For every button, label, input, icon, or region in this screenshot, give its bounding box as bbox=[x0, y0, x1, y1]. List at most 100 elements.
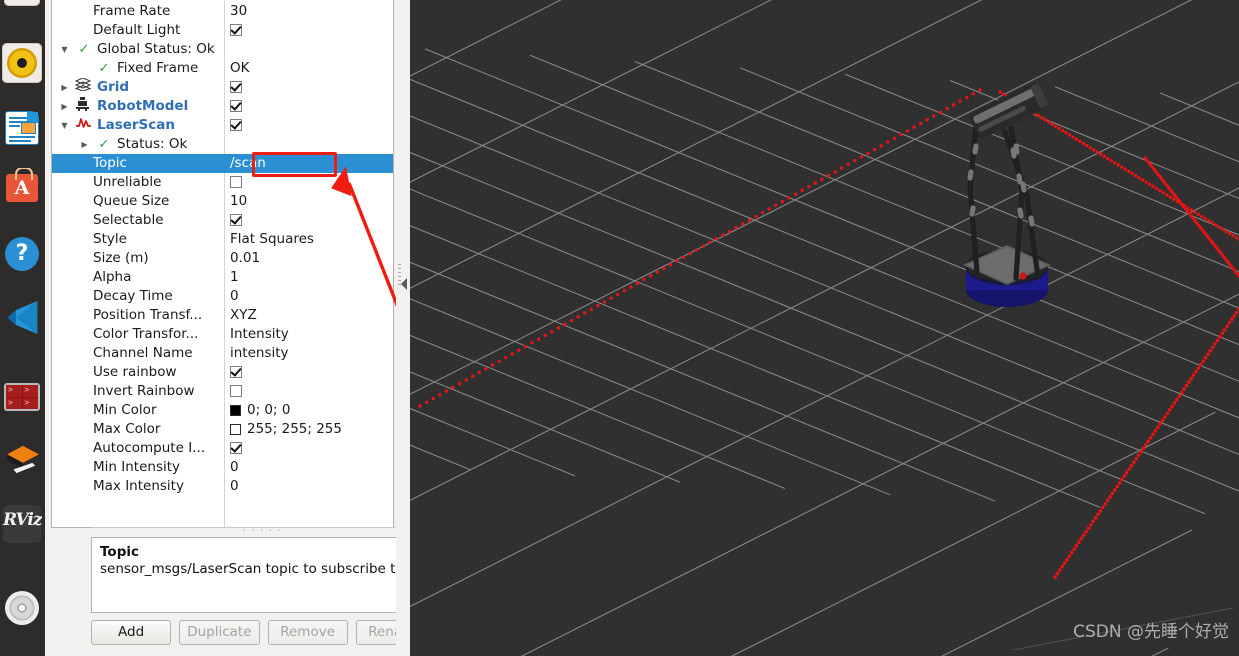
tree-row[interactable]: Alpha 1 bbox=[52, 268, 393, 287]
tree-row-value: /scan bbox=[230, 155, 266, 171]
launcher-item-ubuntu-software[interactable]: A bbox=[2, 168, 42, 208]
launcher-item-disc[interactable] bbox=[2, 588, 42, 628]
checkbox[interactable] bbox=[230, 442, 242, 454]
panel-resize-grip[interactable]: · · · · · bbox=[91, 527, 434, 536]
checkbox[interactable] bbox=[230, 81, 242, 93]
tree-row-label: Status: Ok bbox=[117, 136, 188, 152]
tree-row-value: 255; 255; 255 bbox=[247, 421, 342, 437]
checkbox[interactable] bbox=[230, 385, 242, 397]
tree-row[interactable]: Topic/scan bbox=[52, 154, 393, 173]
duplicate-button: Duplicate bbox=[179, 620, 260, 645]
tree-row[interactable]: Autocompute I... bbox=[52, 439, 393, 458]
robot-icon bbox=[75, 97, 92, 116]
tree-row[interactable]: Decay Time 0 bbox=[52, 287, 393, 306]
launcher-item-rviz[interactable]: RViz bbox=[2, 504, 42, 544]
help-glyph: ? bbox=[5, 237, 39, 271]
checkbox[interactable] bbox=[230, 24, 242, 36]
chevron-right-icon[interactable]: ▶ bbox=[79, 135, 90, 154]
tree-row[interactable]: Max Intensity 0 bbox=[52, 477, 393, 496]
checkbox[interactable] bbox=[230, 214, 242, 226]
tree-row-label: Topic bbox=[93, 155, 127, 171]
tree-row[interactable]: Default Light bbox=[52, 21, 393, 40]
tree-row-label: Channel Name bbox=[93, 345, 193, 361]
tree-row[interactable]: ▼ ✓ Global Status: Ok bbox=[52, 40, 393, 59]
checkbox[interactable] bbox=[230, 100, 242, 112]
tree-row-label: Global Status: Ok bbox=[97, 41, 215, 57]
tree-row-label: Invert Rainbow bbox=[93, 383, 195, 399]
tree-row-label: Decay Time bbox=[93, 288, 173, 304]
displays-tree[interactable]: Frame Rate 30 Default Light ▼ ✓ Global Status… bbox=[51, 0, 394, 528]
add-button[interactable]: Add bbox=[91, 620, 172, 645]
checkbox[interactable] bbox=[230, 366, 242, 378]
chevron-right-icon[interactable]: ▶ bbox=[59, 97, 70, 116]
displays-panel: Frame Rate 30 Default Light ▼ ✓ Global Status… bbox=[45, 0, 455, 656]
tree-row-value: 0 bbox=[230, 459, 239, 475]
tree-row[interactable]: Use rainbow bbox=[52, 363, 393, 382]
tree-row[interactable]: Size (m) 0.01 bbox=[52, 249, 393, 268]
tree-row-label: Color Transfor... bbox=[93, 326, 199, 342]
checkbox[interactable] bbox=[230, 176, 242, 188]
tree-row[interactable]: ▶ RobotModel bbox=[52, 97, 393, 116]
render-view-3d[interactable]: CSDN @先睡个好觉 bbox=[410, 0, 1239, 656]
tree-row-label: Min Color bbox=[93, 402, 157, 418]
terminal-icon bbox=[2, 378, 42, 418]
remove-button: Remove bbox=[267, 620, 348, 645]
tree-row[interactable]: Max Color 255; 255; 255 bbox=[52, 420, 393, 439]
tree-row[interactable]: Color Transfor... Intensity bbox=[52, 325, 393, 344]
tree-row-label: LaserScan bbox=[97, 117, 176, 133]
render-canvas bbox=[410, 0, 1239, 656]
color-swatch[interactable] bbox=[230, 405, 241, 416]
tree-row-label: Frame Rate bbox=[93, 3, 171, 19]
tree-row[interactable]: ✓ Fixed Frame OK bbox=[52, 59, 393, 78]
csdn-watermark: CSDN @先睡个好觉 bbox=[1073, 622, 1229, 642]
tree-row-label: Max Intensity bbox=[93, 478, 184, 494]
tree-row[interactable]: Selectable bbox=[52, 211, 393, 230]
launcher-item-terminal[interactable] bbox=[2, 378, 42, 418]
tree-row[interactable]: Invert Rainbow bbox=[52, 382, 393, 401]
status-ok-icon: ✓ bbox=[98, 137, 110, 152]
status-ok-icon: ✓ bbox=[78, 42, 90, 57]
color-swatch[interactable] bbox=[230, 424, 241, 435]
launcher-item-vscode[interactable] bbox=[2, 298, 42, 338]
tree-row[interactable]: Position Transf... XYZ bbox=[52, 306, 393, 325]
tree-row-value: intensity bbox=[230, 345, 289, 361]
speaker-icon bbox=[2, 43, 42, 83]
chevron-down-icon[interactable]: ▼ bbox=[59, 116, 70, 135]
tree-row[interactable]: Min Intensity 0 bbox=[52, 458, 393, 477]
tree-row[interactable]: ▶ Grid bbox=[52, 77, 393, 97]
help-title: Topic bbox=[100, 544, 139, 560]
tree-row-value: 1 bbox=[230, 269, 239, 285]
tree-row-label: Min Intensity bbox=[93, 459, 181, 475]
chevron-right-icon[interactable]: ▶ bbox=[59, 78, 70, 97]
status-ok-icon: ✓ bbox=[98, 61, 110, 76]
tree-row-value: XYZ bbox=[230, 307, 257, 323]
tree-row[interactable]: Unreliable bbox=[52, 173, 393, 192]
launcher-item-libreoffice[interactable] bbox=[2, 108, 42, 148]
launcher-item-help[interactable]: ? bbox=[2, 234, 42, 274]
launcher-partial-tile-icon[interactable] bbox=[4, 0, 40, 6]
tree-row-label: Default Light bbox=[93, 22, 181, 38]
launcher-item-gazebo[interactable] bbox=[2, 440, 42, 480]
tree-row[interactable]: ▶ ✓ Status: Ok bbox=[52, 135, 393, 154]
ubuntu-launcher: A ? > > > > RViz bbox=[0, 0, 45, 656]
tree-row-value: 30 bbox=[230, 3, 248, 19]
tree-row-label: Use rainbow bbox=[93, 364, 177, 380]
tree-row-value: 10 bbox=[230, 193, 248, 209]
tree-row[interactable]: Channel Name intensity bbox=[52, 344, 393, 363]
tree-row-label: Alpha bbox=[93, 269, 132, 285]
tree-row[interactable]: ▼ LaserScan bbox=[52, 116, 393, 135]
tree-row[interactable]: Frame Rate 30 bbox=[52, 2, 393, 21]
laser-icon bbox=[75, 116, 92, 135]
chevron-down-icon[interactable]: ▼ bbox=[59, 40, 70, 59]
checkbox[interactable] bbox=[230, 119, 242, 131]
tree-row-label: Grid bbox=[97, 79, 130, 95]
tree-row[interactable]: Min Color 0; 0; 0 bbox=[52, 401, 393, 420]
question-mark-icon: ? bbox=[2, 234, 42, 274]
tree-row[interactable]: Queue Size 10 bbox=[52, 192, 393, 211]
launcher-item-rhythmbox[interactable] bbox=[2, 43, 42, 83]
tree-row-value: 0 bbox=[230, 478, 239, 494]
tree-row[interactable]: Style Flat Squares bbox=[52, 230, 393, 249]
panel-splitter[interactable] bbox=[396, 0, 410, 656]
collapse-arrow-icon[interactable] bbox=[401, 278, 407, 290]
tree-row-label: Fixed Frame bbox=[117, 60, 199, 76]
